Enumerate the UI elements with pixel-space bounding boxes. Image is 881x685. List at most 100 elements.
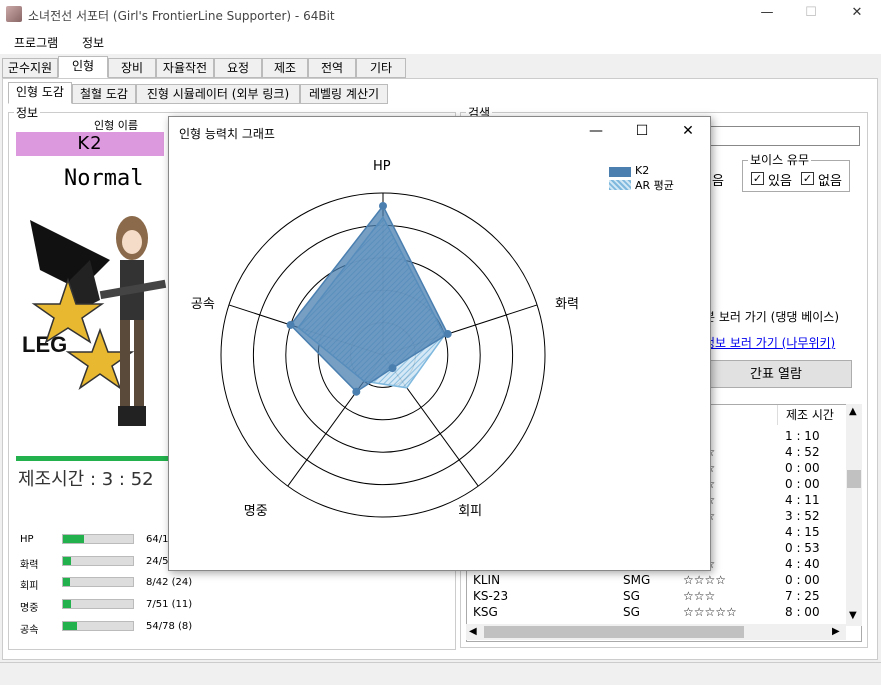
stat-value-accuracy: 7/51 (11) <box>146 599 193 610</box>
scroll-left-icon[interactable]: ◀ <box>469 626 477 637</box>
vertical-scrollbar[interactable]: ▲ ▼ <box>846 404 862 626</box>
menu-info[interactable]: 정보 <box>82 34 104 51</box>
maximize-button[interactable]: ☐ <box>796 5 826 25</box>
column-header-build-time[interactable]: 제조 시간 <box>777 405 847 425</box>
status-bar <box>0 662 881 685</box>
cell-type: SG <box>623 605 640 619</box>
window-title: 소녀전선 서포터 (Girl's FrontierLine Supporter)… <box>28 9 335 23</box>
axis-label: 공속 <box>190 296 215 312</box>
scroll-thumb[interactable] <box>847 470 861 488</box>
voice-no-label: 없음 <box>818 174 842 189</box>
tab-etc[interactable]: 기타 <box>356 58 406 78</box>
cell-time: 3 : 52 <box>785 509 820 523</box>
cell-name: KLIN <box>473 573 501 587</box>
scroll-right-icon[interactable]: ▶ <box>832 626 840 637</box>
cell-time: 1 : 10 <box>785 429 820 443</box>
menu-program[interactable]: 프로그램 <box>14 34 58 51</box>
stat-label-firepower: 화력 <box>20 560 39 571</box>
radar-point <box>388 364 397 373</box>
tab-logistics[interactable]: 군수지원 <box>2 58 58 78</box>
cell-time: 4 : 52 <box>785 445 820 459</box>
tab-doll[interactable]: 인형 <box>58 56 108 78</box>
axis-label: HP <box>373 159 391 174</box>
legend-swatch-ar-average <box>609 180 631 190</box>
info-group-label: 정보 <box>14 104 41 121</box>
cell-type: SMG <box>623 573 651 587</box>
search-input[interactable] <box>706 126 860 146</box>
divider-bar <box>16 456 176 461</box>
voice-no-checkbox[interactable]: ✓ <box>801 172 814 185</box>
tab-ironblood-encyclopedia[interactable]: 철혈 도감 <box>72 84 136 104</box>
radar-point <box>286 320 295 329</box>
cell-time: 4 : 15 <box>785 525 820 539</box>
legend-label-k2: K2 <box>635 164 650 177</box>
app-icon <box>6 6 22 22</box>
cell-time: 0 : 53 <box>785 541 820 555</box>
axis-label: 화력 <box>555 296 579 312</box>
doll-illustration: LEG <box>20 200 168 440</box>
stat-bar-firepower <box>62 556 134 566</box>
svg-text:LEG: LEG <box>22 332 67 357</box>
axis-label: 명중 <box>243 504 268 520</box>
minimize-button[interactable]: — <box>752 5 782 25</box>
cell-time: 8 : 00 <box>785 605 820 619</box>
stat-label-hp: HP <box>20 534 34 545</box>
stat-bar-hp <box>62 534 134 544</box>
cell-name: KS-23 <box>473 589 509 603</box>
tab-campaign[interactable]: 전역 <box>308 58 356 78</box>
table-row[interactable]: KSG SG ☆☆☆☆☆ 8 : 00 <box>467 605 847 621</box>
cell-time: 4 : 11 <box>785 493 820 507</box>
legend-label-ar-average: AR 평균 <box>635 179 674 192</box>
tab-leveling-calculator[interactable]: 레벨링 계산기 <box>300 84 388 104</box>
legend-swatch-k2 <box>609 167 631 177</box>
radar-point <box>352 387 361 396</box>
window-title-bar: 소녀전선 서포터 (Girl's FrontierLine Supporter)… <box>0 0 881 30</box>
cell-time: 4 : 40 <box>785 557 820 571</box>
table-view-button[interactable]: 간표 열람 <box>700 360 852 388</box>
menu-bar: 프로그램 정보 <box>0 30 881 54</box>
voice-yes-label: 있음 <box>768 174 792 189</box>
scroll-up-icon[interactable]: ▲ <box>849 406 857 417</box>
base-link-text[interactable]: 본 보러 가기 (댕댕 베이스) <box>704 308 839 325</box>
voice-group-label: 보이스 유무 <box>748 151 812 168</box>
stat-graph-window: 인형 능력치 그래프 — ☐ ✕ HP 화력 회피 명중 공속 K2 AR 평균 <box>168 116 711 571</box>
cell-time: 0 : 00 <box>785 477 820 491</box>
stat-bar-accuracy <box>62 599 134 609</box>
stat-value-firepower: 24/5 <box>146 556 169 567</box>
tab-formation-simulator[interactable]: 진형 시뮬레이터 (외부 링크) <box>136 84 300 104</box>
namu-wiki-link[interactable]: 정보 보러 가기 (나무위키) <box>704 334 835 351</box>
tab-fairy[interactable]: 요정 <box>214 58 262 78</box>
cell-time: 0 : 00 <box>785 461 820 475</box>
table-row[interactable]: KS-23 SG ☆☆☆ 7 : 25 <box>467 589 847 605</box>
stat-bar-evasion <box>62 577 134 587</box>
cell-name: KSG <box>473 605 498 619</box>
cell-stars: ☆☆☆☆ <box>683 573 727 587</box>
tab-equipment[interactable]: 장비 <box>108 58 156 78</box>
stat-label-accuracy: 명중 <box>20 603 39 614</box>
radar-point <box>443 329 452 338</box>
scroll-down-icon[interactable]: ▼ <box>849 610 857 621</box>
stat-label-evasion: 회피 <box>20 581 39 592</box>
hscroll-thumb[interactable] <box>484 626 744 638</box>
cell-stars: ☆☆☆ <box>683 589 716 603</box>
doll-rarity: Normal <box>64 166 144 191</box>
tab-auto-mission[interactable]: 자율작전 <box>156 58 214 78</box>
partial-check-label: 음 <box>712 174 724 189</box>
close-button[interactable]: ✕ <box>842 5 872 25</box>
radar-point <box>379 201 387 210</box>
horizontal-scrollbar[interactable]: ◀ ▶ <box>466 624 846 640</box>
name-label: 인형 이름 <box>94 119 138 132</box>
doll-name: K2 <box>16 132 164 156</box>
cell-time: 0 : 00 <box>785 573 820 587</box>
stat-bar-rof <box>62 621 134 631</box>
build-time: 제조시간 : 3 : 52 <box>18 469 154 490</box>
axis-label: 회피 <box>458 504 483 520</box>
tab-production[interactable]: 제조 <box>262 58 308 78</box>
stat-value-rof: 54/78 (8) <box>146 621 193 632</box>
stat-value-evasion: 8/42 (24) <box>146 577 193 588</box>
cell-stars: ☆☆☆☆☆ <box>683 605 737 619</box>
voice-yes-checkbox[interactable]: ✓ <box>751 172 764 185</box>
table-row[interactable]: KLIN SMG ☆☆☆☆ 0 : 00 <box>467 573 847 589</box>
tab-doll-encyclopedia[interactable]: 인형 도감 <box>8 82 72 104</box>
cell-time: 7 : 25 <box>785 589 820 603</box>
